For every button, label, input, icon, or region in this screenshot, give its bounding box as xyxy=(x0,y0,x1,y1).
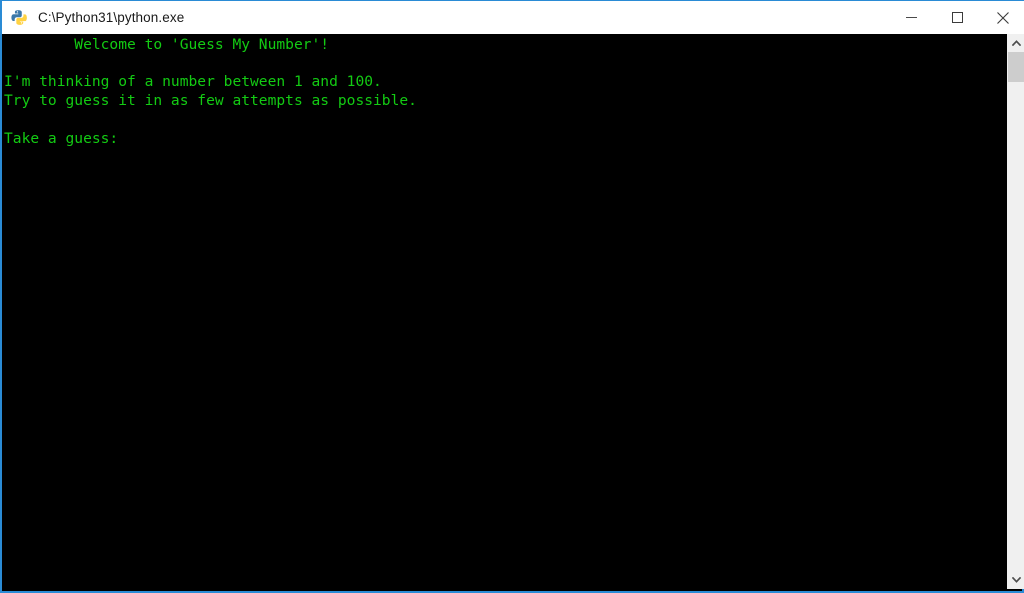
scrollbar-thumb[interactable] xyxy=(1008,52,1024,82)
minimize-icon xyxy=(905,12,917,23)
title-bar-left: C:\Python31\python.exe xyxy=(2,9,888,26)
scroll-down-button[interactable] xyxy=(1008,571,1024,589)
console-output-area[interactable]: Welcome to 'Guess My Number'! I'm thinki… xyxy=(2,34,1007,589)
window-controls xyxy=(888,1,1024,34)
vertical-scrollbar[interactable] xyxy=(1007,34,1024,589)
title-bar[interactable]: C:\Python31\python.exe xyxy=(2,0,1024,34)
console-text: Welcome to 'Guess My Number'! I'm thinki… xyxy=(4,36,417,147)
close-button[interactable] xyxy=(980,1,1024,34)
close-icon xyxy=(997,11,1009,24)
scroll-up-button[interactable] xyxy=(1008,34,1024,52)
chevron-up-icon xyxy=(1012,40,1021,46)
window-title: C:\Python31\python.exe xyxy=(38,10,185,25)
python-logo-icon xyxy=(11,9,28,26)
maximize-icon xyxy=(951,12,963,23)
chevron-down-icon xyxy=(1012,577,1021,583)
console-window: C:\Python31\python.exe Welcome to 'Guess… xyxy=(0,0,1024,593)
minimize-button[interactable] xyxy=(888,1,934,34)
maximize-button[interactable] xyxy=(934,1,980,34)
